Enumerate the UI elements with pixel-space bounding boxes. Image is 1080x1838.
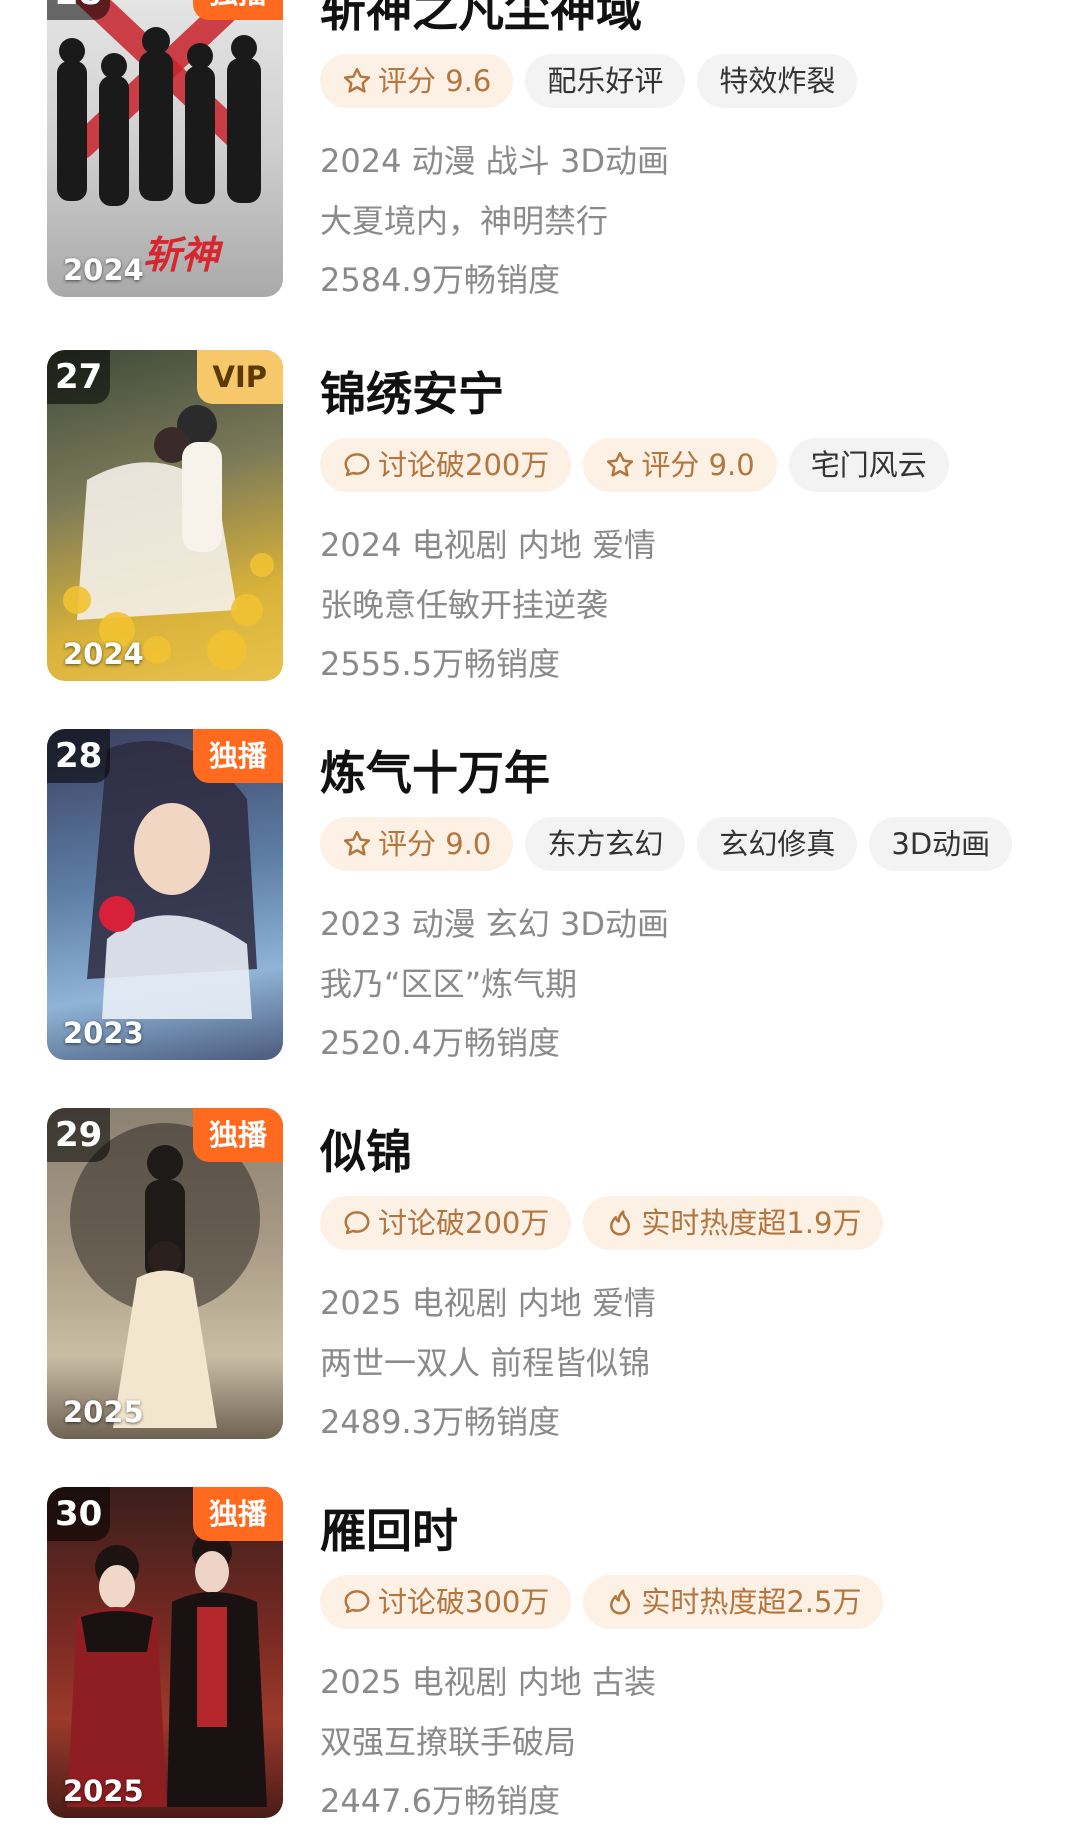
exclusive-badge: 独播: [192, 1108, 283, 1162]
rank-number: 28: [47, 0, 111, 20]
tagline: 双强互撩联手破局: [320, 1723, 577, 1761]
tagline: 两世一双人 前程皆似锦: [320, 1344, 651, 1382]
flame-icon: [610, 1210, 631, 1235]
tag-chip[interactable]: 3D动画: [869, 817, 1013, 871]
tag-chip[interactable]: 实时热度超1.9万: [583, 1196, 884, 1250]
comment-icon: [344, 1589, 370, 1613]
show-title[interactable]: 雁回时: [320, 1495, 458, 1561]
tag-row: 讨论破200万 实时热度超1.9万: [320, 1196, 895, 1250]
show-title[interactable]: 锦绣安宁: [320, 358, 504, 424]
show-title[interactable]: 炼气十万年: [320, 737, 550, 803]
star-icon: [343, 67, 371, 93]
list-item[interactable]: 27 VIP 2024 锦绣安宁 讨论破200万 评分 9.0 宅门风云 202…: [0, 350, 1080, 683]
list-item[interactable]: 28 独播 2023 炼气十万年 评分 9.0 东方玄幻 玄幻修真 3D动画 202…: [0, 729, 1080, 1062]
star-icon: [343, 830, 371, 856]
rank-number: 28: [47, 729, 111, 783]
tag-chip[interactable]: 评分 9.6: [320, 54, 514, 108]
tag-chip[interactable]: 玄幻修真: [697, 817, 858, 871]
poster-image[interactable]: 30 独播 2025: [47, 1487, 283, 1818]
vip-badge: VIP: [196, 350, 283, 404]
star-icon: [607, 451, 634, 477]
info-line: 2024 动漫 战斗 3D动画: [320, 142, 669, 180]
sales-text: 2555.5万畅销度: [320, 645, 560, 683]
rank-number: 30: [47, 1487, 111, 1541]
exclusive-badge: 独播: [192, 729, 283, 783]
tag-row: 讨论破200万 评分 9.0 宅门风云: [320, 438, 961, 492]
tagline: 我乃“区区”炼气期: [320, 965, 578, 1003]
show-title[interactable]: 斩神之凡尘神域: [320, 0, 642, 40]
tag-chip[interactable]: 东方玄幻: [525, 817, 686, 871]
poster-image[interactable]: 27 VIP 2024: [47, 350, 283, 681]
ranking-list: 斩神 28 独播 2024 斩神之凡尘神域 评分 9.6 配乐好评特效炸裂 20…: [0, 0, 1080, 1838]
list-item[interactable]: 29 独播 2025 似锦 讨论破200万 实时热度超1.9万 2025 电视剧…: [0, 1108, 1080, 1441]
tag-row: 评分 9.0 东方玄幻 玄幻修真 3D动画: [320, 817, 1024, 871]
tagline: 大夏境内，神明禁行: [320, 202, 609, 240]
tagline: 张晚意任敏开挂逆袭: [320, 586, 609, 624]
sales-text: 2489.3万畅销度: [320, 1403, 560, 1441]
poster-year: 2025: [63, 1395, 144, 1429]
poster-image[interactable]: 斩神 28 独播 2024: [47, 0, 283, 297]
tag-chip[interactable]: 讨论破200万: [320, 1196, 572, 1250]
list-item[interactable]: 斩神 28 独播 2024 斩神之凡尘神域 评分 9.6 配乐好评特效炸裂 20…: [0, 0, 1080, 299]
poster-year: 2023: [63, 1016, 144, 1050]
tag-chip[interactable]: 讨论破300万: [320, 1575, 572, 1629]
tag-chip[interactable]: 评分 9.0: [320, 817, 514, 871]
rank-number: 29: [47, 1108, 111, 1162]
rank-number: 27: [47, 350, 111, 404]
tag-chip[interactable]: 讨论破200万: [320, 438, 572, 492]
poster-image[interactable]: 28 独播 2023: [47, 729, 283, 1060]
show-title[interactable]: 似锦: [320, 1116, 412, 1182]
poster-year: 2024: [63, 637, 144, 671]
poster-year: 2024: [63, 253, 144, 287]
sales-text: 2520.4万畅销度: [320, 1024, 560, 1062]
info-line: 2025 电视剧 内地 爱情: [320, 1284, 656, 1322]
tag-chip[interactable]: 实时热度超2.5万: [583, 1575, 884, 1629]
info-line: 2023 动漫 玄幻 3D动画: [320, 905, 669, 943]
tag-row: 评分 9.6 配乐好评 特效炸裂: [320, 54, 869, 108]
sales-text: 2584.9万畅销度: [320, 261, 560, 299]
comment-icon: [344, 452, 370, 476]
tag-chip[interactable]: 宅门风云: [788, 438, 949, 492]
sales-text: 2447.6万畅销度: [320, 1782, 560, 1820]
exclusive-badge: 独播: [192, 0, 283, 20]
poster-year: 2025: [63, 1774, 144, 1808]
tag-chip[interactable]: 特效炸裂: [697, 54, 858, 108]
flame-icon: [610, 1589, 631, 1614]
tag-chip[interactable]: 配乐好评: [525, 54, 686, 108]
info-line: 2024 电视剧 内地 爱情: [320, 526, 656, 564]
poster-image[interactable]: 29 独播 2025: [47, 1108, 283, 1439]
comment-icon: [344, 1210, 370, 1234]
info-line: 2025 电视剧 内地 古装: [320, 1663, 656, 1701]
list-item[interactable]: 30 独播 2025 雁回时 讨论破300万 实时热度超2.5万 2025 电视…: [0, 1487, 1080, 1820]
exclusive-badge: 独播: [192, 1487, 283, 1541]
tag-row: 讨论破300万 实时热度超2.5万: [320, 1575, 895, 1629]
poster-logo-text: 斩神: [143, 233, 220, 277]
tag-chip[interactable]: 评分 9.0: [583, 438, 777, 492]
